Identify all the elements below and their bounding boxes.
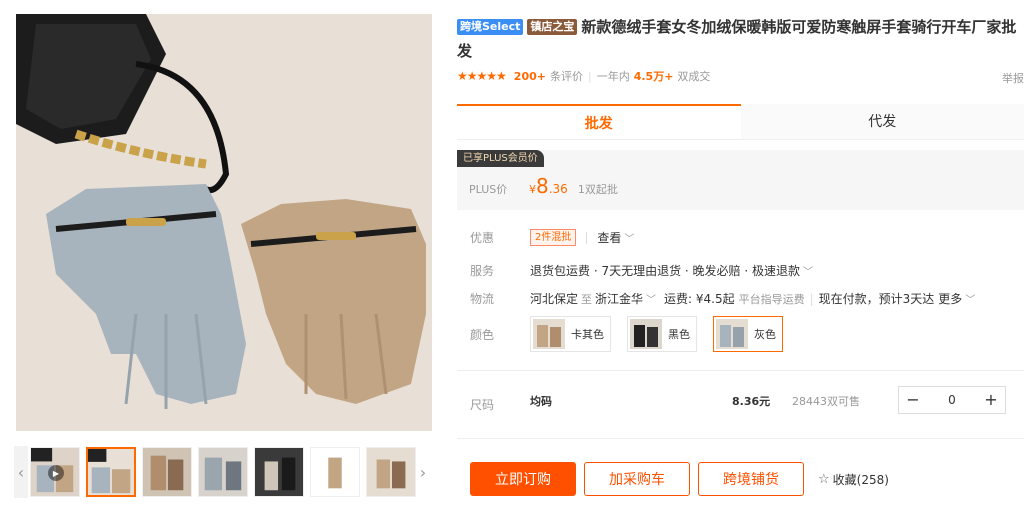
freight: 运费: ¥4.5起 [664,292,735,306]
freight-note: 平台指导运费 [738,292,805,306]
add-to-cart-button[interactable]: 加采购车 [584,462,690,496]
color-label: 颜色 [470,327,495,342]
color-option-grey[interactable]: 灰色 [713,316,783,352]
favorite-button[interactable]: ☆ 收藏(258) [818,471,889,488]
price-panel: 已享PLUS会员价 PLUS价 ¥ 8 .36 1双起批 [457,150,1024,210]
deals-count: 4.5万+ [633,70,674,83]
tab-dropship[interactable]: 代发 [740,104,1024,139]
product-title: 跨境Select 镇店之宝 新款德绒手套女冬加绒保暖韩版可爱防寒触屏手套骑行开车厂家… [457,15,1017,63]
service-row: 服务 退货包运费 · 7天无理由退货 · 晚发必赔 · 极速退款 ﹀ [470,262,813,279]
order-now-button[interactable]: 立即订购 [470,462,576,496]
size-row: 尺码 均码 8.36元 28443双可售 − 0 + [470,386,1010,416]
plus-member-badge: 已享PLUS会员价 [457,150,544,167]
divider [457,438,1024,439]
to-word: 至 [581,292,593,306]
ship-to[interactable]: 浙江金华 [595,290,643,307]
price-label: PLUS价 [469,183,508,196]
price-currency: ¥ [529,183,536,196]
logistics-row: 物流 河北保定 至 浙江金华 ﹀ 运费: ¥4.5起 平台指导运费 | 现在付款… [470,290,976,307]
service-text[interactable]: 退货包运费 · 7天无理由退货 · 晚发必赔 · 极速退款 [530,262,800,279]
mixed-batch-tag: 2件混批 [530,229,577,246]
star-rating-icon: ★★★★★ [457,69,507,83]
price-integer: 8 [536,174,549,198]
black-glove-thumbnail [630,319,662,349]
chevron-down-icon: ﹀ [624,234,635,245]
product-photo [16,14,432,431]
star-outline-icon: ☆ [818,471,830,487]
thumb-next-arrow-icon[interactable]: › [416,446,430,498]
service-label: 服务 [470,264,495,278]
price-decimal: .36 [548,182,568,196]
color-option-khaki[interactable]: 卡其色 [530,316,611,352]
increase-button[interactable]: + [977,387,1005,413]
thumb-prev-arrow-icon[interactable]: ‹ [14,446,28,498]
logistics-label: 物流 [470,292,495,306]
thumbnail-image[interactable] [198,447,248,497]
crossborder-select-tag: 跨境Select [457,19,524,35]
offers-view-link[interactable]: 查看 ﹀ [597,229,634,246]
color-row: 颜色 卡其色 黑色 灰色 [470,316,783,352]
quantity-input[interactable]: 0 [927,393,977,407]
purchase-mode-tabs: 批发 代发 [457,104,1024,140]
size-stock: 28443双可售 [792,395,860,408]
logistics-more-link[interactable]: 更多 [938,290,962,307]
size-name: 均码 [530,395,552,408]
thumbnail-video[interactable]: ▶ [30,447,80,497]
thumbnail-image[interactable] [142,447,192,497]
price-line: PLUS价 ¥ 8 .36 1双起批 [469,174,618,198]
delivery-eta: 现在付款，预计3天达 [818,292,935,306]
offers-row: 优惠 2件混批 查看 ﹀ [470,229,634,246]
main-product-image[interactable] [16,14,432,431]
chevron-down-icon[interactable]: ﹀ [803,263,813,278]
size-label: 尺码 [470,398,495,412]
divider [457,370,1024,371]
review-count[interactable]: 200+ [514,70,546,83]
grey-glove-thumbnail [716,319,748,349]
report-link[interactable]: 举报 [1002,70,1024,86]
tab-wholesale[interactable]: 批发 [457,104,741,139]
ship-from: 河北保定 [530,292,579,306]
thumbnail-image[interactable] [366,447,416,497]
year-label: 一年内 [596,70,630,83]
chevron-down-icon[interactable]: ﹀ [965,291,975,306]
thumbnail-image[interactable] [254,447,304,497]
play-icon: ▶ [48,465,64,481]
color-option-black[interactable]: 黑色 [627,316,697,352]
quantity-stepper: − 0 + [898,386,1006,414]
deals-label: 双成交 [677,70,711,83]
rating-row: ★★★★★ 200+ 条评价 | 一年内 4.5万+ 双成交 [457,69,711,83]
color-swatches: 卡其色 黑色 灰色 [530,316,783,352]
min-order: 1双起批 [577,183,618,196]
thumbnail-list: ▶ [30,447,416,497]
featured-tag: 镇店之宝 [527,19,578,35]
action-bar: 立即订购 加采购车 跨境铺货 ☆ 收藏(258) [470,462,889,496]
chevron-down-icon[interactable]: ﹀ [646,291,656,306]
offers-label: 优惠 [470,231,495,245]
crossborder-list-button[interactable]: 跨境铺货 [698,462,804,496]
thumbnail-strip: ‹ ▶ › [14,446,434,498]
size-price: 8.36元 [732,395,771,408]
decrease-button[interactable]: − [899,387,927,413]
thumbnail-image[interactable] [86,447,136,497]
khaki-glove-thumbnail [533,319,565,349]
thumbnail-image[interactable] [310,447,360,497]
review-label: 条评价 [549,70,583,83]
